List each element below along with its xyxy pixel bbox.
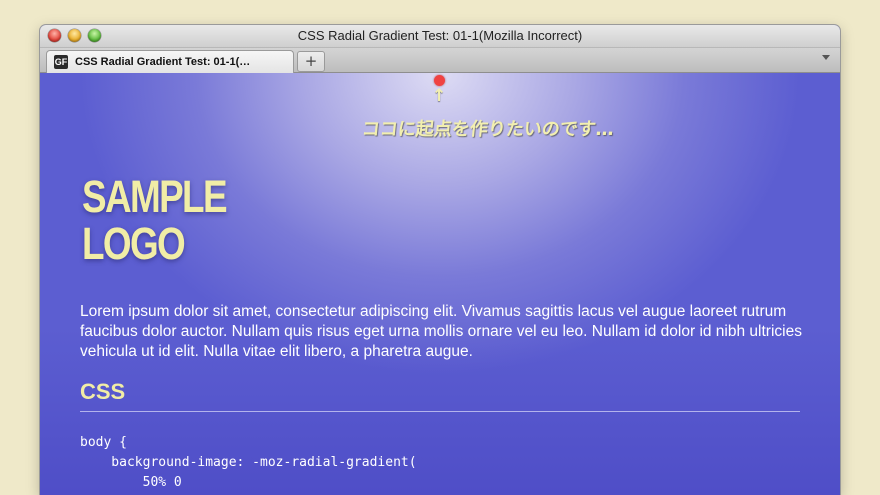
window-title: CSS Radial Gradient Test: 01-1(Mozilla I… (297, 28, 583, 43)
annotation-text: ココに起点を作りたいのです… (360, 119, 615, 140)
sample-logo: SAMPLE LOGO (82, 171, 228, 269)
section-heading-css: CSS (80, 379, 126, 404)
up-arrow-icon: ↑ (432, 86, 447, 106)
browser-window: CSS Radial Gradient Test: 01-1(Mozilla I… (40, 25, 840, 495)
heading-divider (80, 411, 800, 412)
code-line: 50% 0 (80, 475, 182, 490)
body-paragraph: Lorem ipsum dolor sit amet, consectetur … (80, 303, 802, 360)
favicon-icon: GF (54, 55, 68, 69)
tab-label: CSS Radial Gradient Test: 01-1(… (75, 56, 251, 68)
gradient-origin-marker (434, 75, 445, 86)
code-line: background-image: -moz-radial-gradient( (80, 455, 417, 470)
title-bar[interactable]: CSS Radial Gradient Test: 01-1(Mozilla I… (40, 25, 840, 48)
logo-line-1: SAMPLE (82, 171, 228, 222)
code-line: body { (80, 435, 127, 450)
code-block: body { background-image: -moz-radial-gra… (80, 433, 417, 493)
tab-list-menu-icon[interactable] (822, 55, 830, 60)
new-tab-button[interactable]: + (297, 51, 325, 72)
page-content: ↑ ココに起点を作りたいのです… SAMPLE LOGO Lorem ipsum… (40, 73, 840, 495)
logo-line-2: LOGO (82, 218, 186, 269)
tab-active[interactable]: GF CSS Radial Gradient Test: 01-1(… (46, 50, 294, 73)
tab-bar: GF CSS Radial Gradient Test: 01-1(… + (40, 48, 840, 73)
